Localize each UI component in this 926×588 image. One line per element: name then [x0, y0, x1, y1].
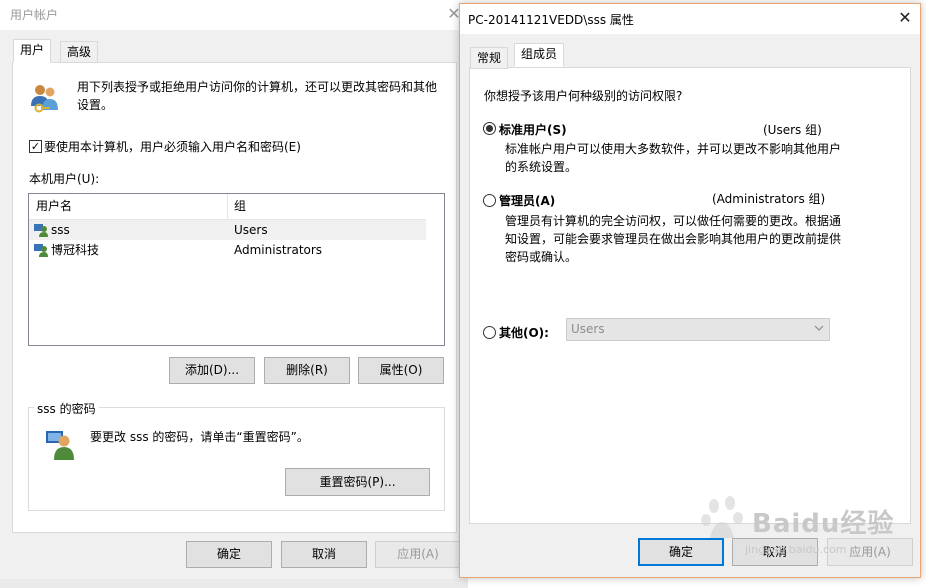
watermark-url: jingyan.baidu.com — [745, 543, 847, 556]
administrator-description: 管理员有计算机的完全访问权，可以做任何需要的更改。根据通知设置，可能会要求管理员… — [505, 214, 842, 264]
standard-user-label[interactable]: 标准用户(S) — [499, 121, 567, 138]
left-ok-button[interactable]: 确定 — [186, 541, 272, 568]
left-cancel-button[interactable]: 取消 — [281, 541, 367, 568]
column-header-group[interactable]: 组 — [228, 194, 426, 219]
standard-user-radio[interactable] — [483, 122, 496, 135]
user-name: 博冠科技 — [51, 243, 100, 257]
radio-selected-dot — [486, 125, 493, 132]
user-row-sss[interactable]: sss Users — [29, 220, 426, 240]
standard-user-description: 标准帐户用户可以使用大多数软件，并可以更改不影响其他用户的系统设置。 — [505, 142, 842, 174]
password-instruction-text: 要更改 sss 的密码，请单击“重置密码”。 — [90, 430, 309, 444]
user-group: Administrators — [234, 243, 323, 257]
user-name: sss — [51, 223, 70, 237]
intro-text: 用下列表授予或拒绝用户访问你的计算机，还可以更改其密码和其他设置。 — [77, 80, 438, 112]
administrator-radio[interactable] — [483, 194, 496, 207]
other-group-radio[interactable] — [483, 326, 496, 339]
reset-password-button[interactable]: 重置密码(P)... — [285, 468, 430, 496]
remove-user-button[interactable]: 删除(R) — [264, 357, 350, 384]
other-group-label[interactable]: 其他(O): — [499, 324, 549, 341]
add-user-button[interactable]: 添加(D)... — [169, 357, 255, 384]
right-close-icon[interactable]: ✕ — [895, 6, 915, 30]
access-level-question: 你想授予该用户何种级别的访问权限? — [484, 89, 683, 103]
require-password-label[interactable]: 要使用本计算机，用户必须输入用户名和密码(E) — [44, 138, 301, 155]
password-group-legend: sss 的密码 — [34, 400, 99, 417]
right-window-title: PC-20141121VEDD\sss 属性 — [468, 13, 634, 27]
tab-users[interactable]: 用户 — [13, 39, 52, 63]
local-users-label: 本机用户(U): — [29, 172, 100, 186]
users-keys-icon — [29, 82, 61, 114]
user-icon — [34, 223, 48, 237]
taskbar-strip — [0, 579, 468, 588]
administrator-label[interactable]: 管理员(A) — [499, 192, 555, 209]
standard-user-group: (Users 组) — [763, 123, 822, 137]
watermark-text: Baidu经验 — [752, 509, 895, 539]
tab-group-membership[interactable]: 组成员 — [514, 43, 565, 67]
tab-advanced[interactable]: 高级 — [60, 41, 99, 63]
column-header-username[interactable]: 用户名 — [29, 194, 228, 219]
chevron-down-icon — [812, 321, 826, 337]
tab-general[interactable]: 常规 — [470, 47, 509, 69]
other-group-select[interactable]: Users — [566, 318, 830, 341]
left-apply-button[interactable]: 应用(A) — [375, 541, 461, 568]
user-icon — [34, 243, 48, 257]
administrator-group: (Administrators 组) — [712, 192, 826, 206]
require-password-checkbox[interactable]: ✓ — [29, 140, 42, 153]
left-title-bar[interactable] — [0, 0, 468, 30]
properties-button[interactable]: 属性(O) — [358, 357, 444, 384]
left-window-title: 用户帐户 — [10, 8, 59, 22]
user-group: Users — [234, 223, 268, 237]
user-password-icon — [45, 428, 75, 460]
user-row-admin[interactable]: 博冠科技 Administrators — [29, 240, 426, 260]
